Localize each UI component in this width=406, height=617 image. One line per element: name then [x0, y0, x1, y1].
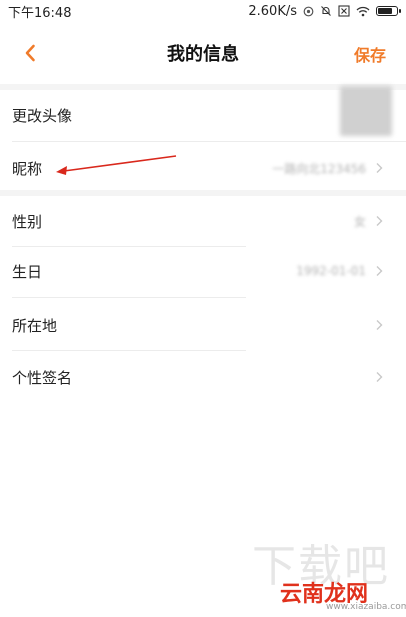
- row-label: 更改头像: [12, 106, 73, 125]
- row-right: 一路向北123456: [272, 160, 384, 177]
- mute-bell-icon: [320, 5, 332, 17]
- watermark-url: www.xiazaiba.com: [326, 602, 406, 612]
- divider: [12, 297, 246, 298]
- status-bar: 下午16:48 2.60K/s: [0, 0, 406, 22]
- row-right: 1992-01-01: [296, 264, 384, 278]
- sim-x-icon: [338, 5, 350, 17]
- app-header: 我的信息 保存: [0, 22, 406, 85]
- row-label: 昵称: [12, 159, 43, 178]
- row-right: [374, 319, 384, 331]
- birthday-value: 1992-01-01: [296, 264, 366, 278]
- chevron-right-icon: [376, 320, 383, 330]
- status-icons: 2.60K/s: [248, 3, 401, 19]
- chevron-left-icon: [25, 44, 35, 62]
- back-button[interactable]: [18, 40, 42, 66]
- annotation-arrow: [56, 155, 177, 175]
- avatar[interactable]: [340, 86, 392, 136]
- page-title: 我的信息: [167, 44, 239, 65]
- wifi-icon: [356, 6, 370, 17]
- battery-fill: [378, 8, 392, 14]
- divider: [12, 141, 406, 142]
- row-label: 个性签名: [12, 368, 73, 387]
- row-right: [374, 371, 384, 383]
- row-signature[interactable]: 个性签名: [0, 352, 406, 402]
- chevron-right-icon: [376, 163, 383, 173]
- row-location[interactable]: 所在地: [0, 300, 406, 350]
- row-label: 性别: [12, 212, 43, 231]
- battery-icon: [376, 6, 401, 16]
- status-time: 下午16:48: [8, 5, 72, 21]
- save-button[interactable]: 保存: [354, 42, 386, 66]
- gender-value: 女: [353, 214, 366, 229]
- chevron-right-icon: [376, 372, 383, 382]
- chevron-right-icon: [376, 216, 383, 226]
- network-speed: 2.60K/s: [248, 3, 297, 19]
- row-gender[interactable]: 性别 女: [0, 197, 406, 245]
- data-saver-icon: [303, 6, 314, 17]
- divider: [12, 350, 246, 351]
- chevron-right-icon: [376, 266, 383, 276]
- nickname-value: 一路向北123456: [272, 161, 366, 176]
- row-right: 女: [354, 213, 384, 230]
- row-birthday[interactable]: 生日 1992-01-01: [0, 247, 406, 295]
- row-label: 所在地: [12, 316, 58, 335]
- section-gap: [0, 190, 406, 196]
- row-label: 生日: [12, 262, 43, 281]
